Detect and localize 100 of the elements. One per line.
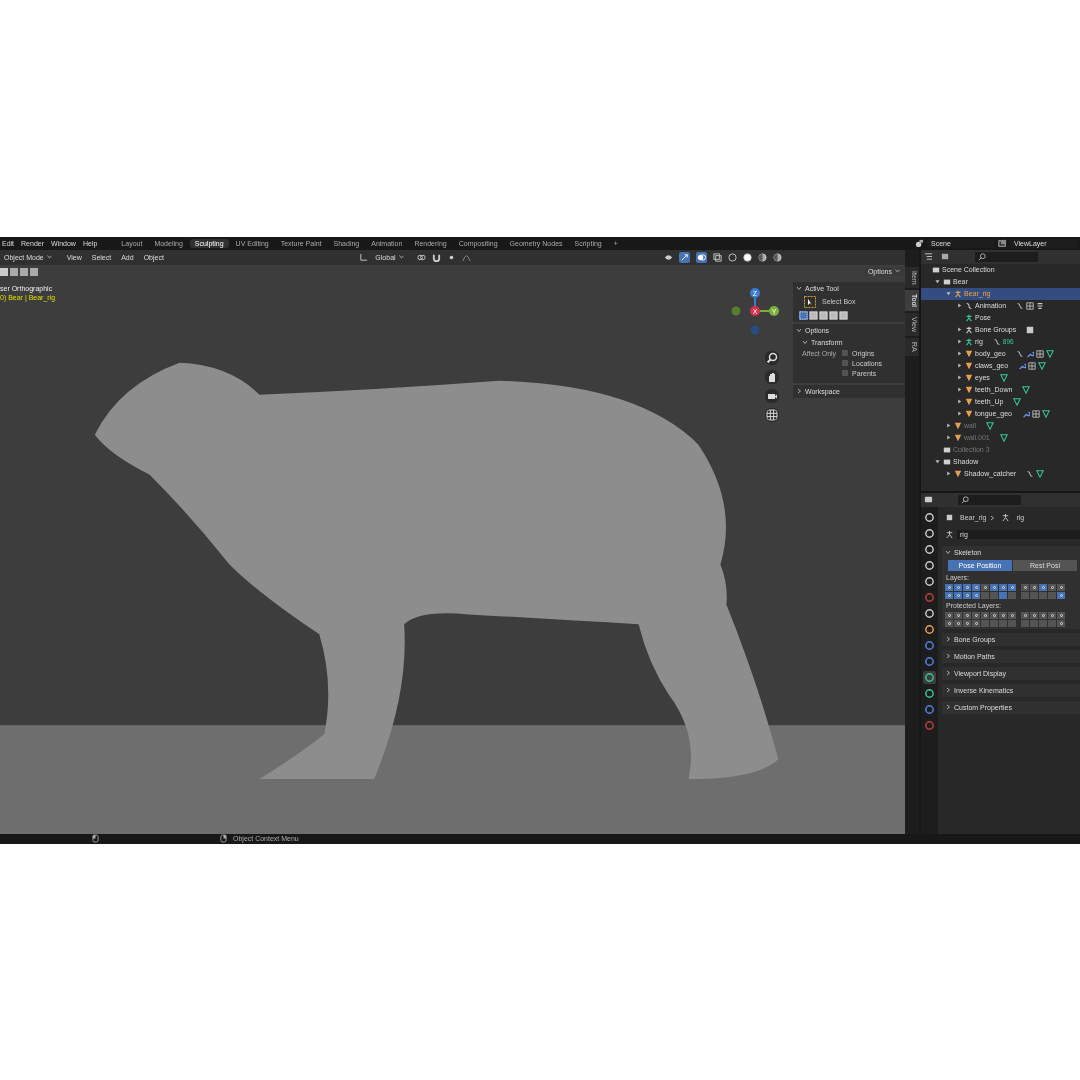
layer-toggle[interactable] [1008,611,1016,619]
layer-toggle[interactable] [999,583,1007,591]
layer-toggle[interactable] [1057,611,1065,619]
bone-tab-icon[interactable] [923,686,936,700]
layer-toggle[interactable] [954,611,962,619]
disclosure-triangle-icon[interactable] [946,423,951,428]
layer-toggle[interactable] [1048,591,1056,599]
layer-toggle[interactable] [999,611,1007,619]
view-layer-icon[interactable] [998,238,1007,248]
layer-toggle[interactable] [999,619,1007,627]
disclosure-triangle-icon[interactable] [957,399,962,404]
layer-toggle[interactable] [1021,611,1029,619]
gizmo-icon[interactable] [679,251,690,263]
layer-toggle[interactable] [1039,591,1047,599]
checkbox[interactable] [842,350,849,356]
shading-mode-icon[interactable] [758,252,767,262]
select-mode-icon[interactable] [799,310,808,320]
disclosure-triangle-icon[interactable] [946,291,951,296]
scene-tab-icon[interactable] [923,574,936,588]
layer-toggle[interactable] [990,611,998,619]
editor-type-icon[interactable] [924,495,933,504]
layer-toggle[interactable] [990,619,998,627]
bone-constraints-tab-icon[interactable] [923,702,936,716]
layer-toggle[interactable] [1008,619,1016,627]
render-tab-icon[interactable] [923,526,936,540]
layer-toggle[interactable] [981,591,989,599]
display-mode-icon[interactable] [924,252,933,261]
shading-mode-icon[interactable] [743,252,752,262]
layer-toggle[interactable] [954,619,962,627]
collection-tab-icon[interactable] [923,606,936,620]
layer-toggle[interactable] [963,611,971,619]
layer-toggle[interactable] [990,591,998,599]
select-mode-icon[interactable] [809,310,818,320]
checkbox[interactable] [842,370,849,376]
layer-toggle[interactable] [1039,619,1047,627]
layer-toggle[interactable] [1039,611,1047,619]
layer-toggle[interactable] [1039,583,1047,591]
armature-data-icon[interactable] [945,530,954,539]
layer-toggle[interactable] [963,583,971,591]
object-tab-icon[interactable] [923,622,936,636]
negative-y-axis-handle[interactable] [731,306,741,315]
layer-toggle[interactable] [1048,583,1056,591]
layer-toggle[interactable] [981,611,989,619]
layer-toggle[interactable] [1030,619,1038,627]
layer-toggle[interactable] [972,583,980,591]
disclosure-triangle-icon[interactable] [957,387,962,392]
layer-toggle[interactable] [972,619,980,627]
layer-toggle[interactable] [1021,619,1029,627]
disclosure-triangle-icon[interactable] [957,351,962,356]
layer-toggle[interactable] [1048,619,1056,627]
layer-toggle[interactable] [1057,619,1065,627]
search-field[interactable] [975,251,1038,262]
constraints-tab-icon[interactable] [923,654,936,668]
layer-toggle[interactable] [945,591,953,599]
disclosure-triangle-icon[interactable] [935,459,940,464]
disclosure-triangle-icon[interactable] [957,339,962,344]
layer-toggle[interactable] [963,619,971,627]
layer-toggle[interactable] [1030,591,1038,599]
layer-toggle[interactable] [972,591,980,599]
layer-toggle[interactable] [1021,583,1029,591]
tool-tab-icon[interactable] [923,510,936,524]
select-mode-icon[interactable] [819,310,828,320]
select-mode-icon[interactable] [829,310,838,320]
xray-icon[interactable] [713,252,722,262]
grid-icon[interactable] [765,407,779,422]
layer-toggle[interactable] [1057,591,1065,599]
negative-z-axis-handle[interactable] [750,325,760,334]
layer-toggle[interactable] [954,591,962,599]
layer-toggle[interactable] [963,591,971,599]
visibility-icon[interactable] [664,252,673,262]
layer-toggle[interactable] [945,619,953,627]
layer-toggle[interactable] [1008,583,1016,591]
disclosure-triangle-icon[interactable] [957,411,962,416]
disclosure-triangle-icon[interactable] [946,471,951,476]
link-icon[interactable] [416,252,426,262]
select-mode-icon[interactable] [839,310,848,320]
layer-toggle[interactable] [1030,611,1038,619]
texture-tab-icon[interactable] [923,718,936,732]
layer-toggle[interactable] [1030,583,1038,591]
layer-toggle[interactable] [981,619,989,627]
layer-toggle[interactable] [945,611,953,619]
armature-tab-icon[interactable] [923,670,936,684]
layer-toggle[interactable] [945,583,953,591]
physics-tab-icon[interactable] [923,638,936,652]
select-mode-icons[interactable] [0,266,40,277]
view-layer-tab-icon[interactable] [923,558,936,572]
shading-mode-icon[interactable] [773,252,782,262]
layer-toggle[interactable] [981,583,989,591]
layer-toggle[interactable] [1057,583,1065,591]
scene-icon[interactable] [915,238,924,248]
magnet-icon[interactable] [431,252,441,262]
layer-toggle[interactable] [1048,611,1056,619]
overlay-icon[interactable] [696,251,707,263]
output-tab-icon[interactable] [923,542,936,556]
layer-toggle[interactable] [990,583,998,591]
disclosure-triangle-icon[interactable] [935,279,940,284]
zoom-icon[interactable] [765,350,779,365]
select-box-icon[interactable] [804,295,816,308]
layer-toggle[interactable] [1008,591,1016,599]
disclosure-triangle-icon[interactable] [957,375,962,380]
